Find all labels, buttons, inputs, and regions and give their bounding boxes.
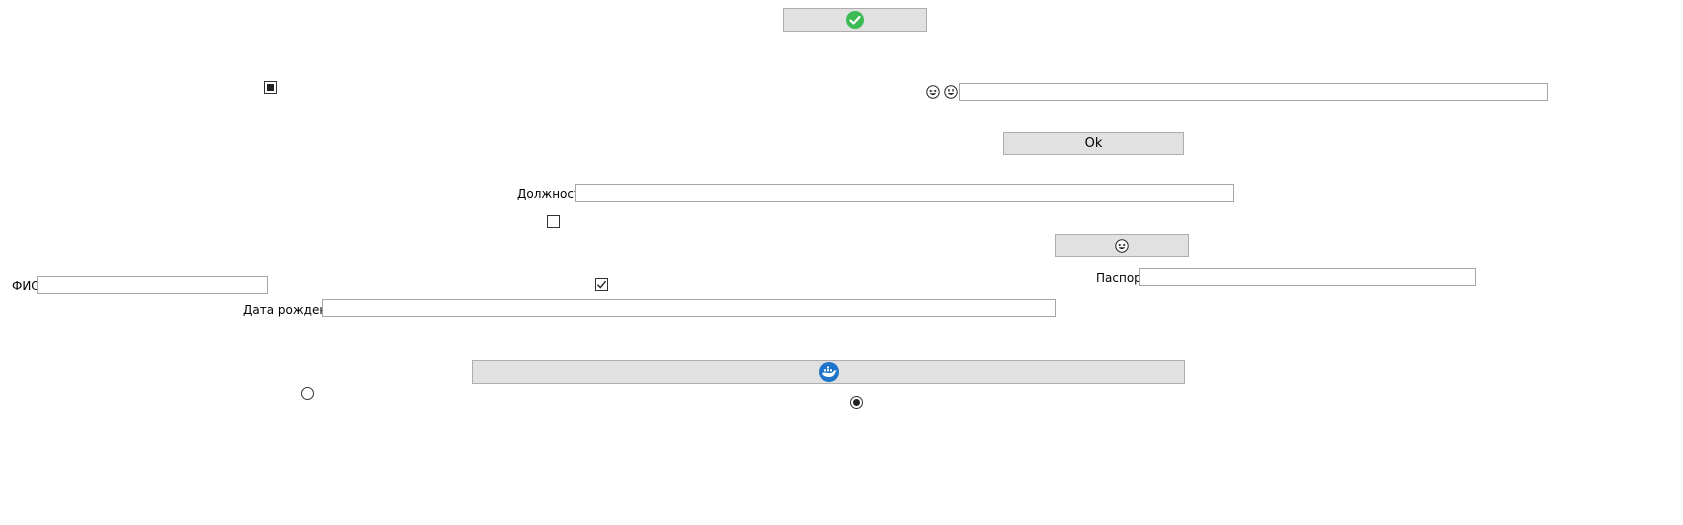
check-circle-icon [846,11,864,29]
top-text-field[interactable] [959,83,1548,101]
grinning-face-icon [944,85,958,99]
indeterminate-checkbox[interactable] [264,81,277,94]
radio-selected[interactable] [850,396,863,409]
pasport-field[interactable] [1139,268,1476,286]
indeterminate-fill [267,84,274,91]
emoji-button[interactable] [1055,234,1189,257]
radio-unselected[interactable] [301,387,314,400]
laughing-face-icon [1115,238,1129,253]
whale-icon-button[interactable] [472,360,1185,384]
ok-button-label: Ok [1084,136,1103,151]
checkmark-icon [597,280,607,289]
radio-dot [853,399,860,406]
ok-button[interactable]: Ok [1003,132,1184,155]
confirm-icon-button[interactable] [783,8,927,32]
fio-field[interactable] [37,276,268,294]
whale-icon [818,362,839,382]
laughing-face-icon [926,85,940,99]
unchecked-checkbox[interactable] [547,215,560,228]
data-rozhdeniya-field[interactable] [322,299,1056,317]
dolzhnost-field[interactable] [575,184,1234,202]
checked-checkbox[interactable] [595,278,608,291]
